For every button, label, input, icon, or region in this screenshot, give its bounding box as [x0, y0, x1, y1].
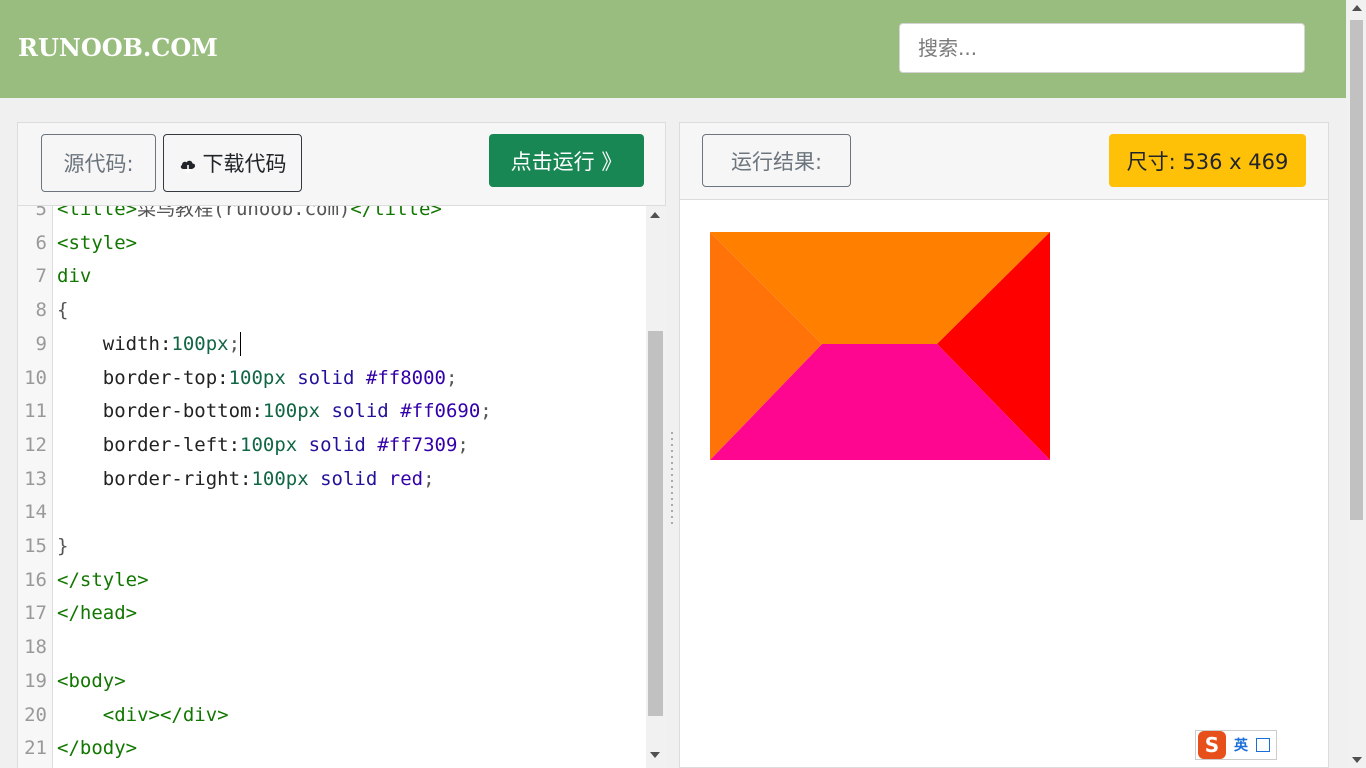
line-number: 11: [24, 400, 47, 423]
size-badge: 尺寸: 536 x 469: [1109, 134, 1306, 187]
code-text: width:100px;: [57, 332, 242, 357]
code-line[interactable]: 6 <style>: [18, 226, 638, 260]
code-line[interactable]: 5 <title>菜鸟教程(runoob.com)</title>: [18, 206, 638, 226]
page-scroll-thumb[interactable]: [1350, 20, 1363, 520]
code-line[interactable]: 19 <body>: [18, 664, 638, 698]
code-text: border-right:100px solid red;: [57, 467, 435, 490]
code-text: border-left:100px solid #ff7309;: [57, 433, 469, 456]
code-line[interactable]: 9 width:100px;: [18, 327, 638, 361]
line-number: 17: [24, 602, 47, 625]
bordered-div-preview: [710, 232, 1050, 460]
panel-resize-handle[interactable]: [670, 430, 676, 524]
site-logo[interactable]: RUNOOB.COM: [18, 33, 218, 62]
code-text: </head>: [57, 602, 138, 625]
cloud-download-icon: [179, 155, 197, 174]
search-input[interactable]: [899, 23, 1305, 73]
code-text: {: [57, 299, 69, 322]
line-number: 8: [35, 299, 47, 322]
source-code-button[interactable]: 源代码:: [41, 134, 156, 192]
line-number: 19: [24, 669, 47, 692]
code-text: <style>: [57, 231, 138, 254]
editor-scrollbar[interactable]: [646, 206, 666, 768]
result-panel-header: 运行结果: 尺寸: 536 x 469: [680, 123, 1328, 200]
code-line[interactable]: 21 </body>: [18, 731, 638, 765]
line-number: 10: [24, 366, 47, 389]
line-number: 21: [24, 737, 47, 760]
code-text: </style>: [57, 568, 149, 591]
code-line[interactable]: 20 <div></div>: [18, 698, 638, 732]
line-number: 6: [35, 231, 47, 254]
code-line[interactable]: 12 border-left:100px solid #ff7309;: [18, 428, 638, 462]
page-scrollbar[interactable]: [1347, 0, 1366, 768]
code-line[interactable]: 8{: [18, 293, 638, 327]
code-line[interactable]: 16 </style>: [18, 563, 638, 597]
sogou-logo-icon: S: [1198, 731, 1226, 759]
result-panel: 运行结果: 尺寸: 536 x 469: [679, 122, 1329, 768]
code-text: }: [57, 535, 69, 557]
code-text: border-bottom:100px solid #ff0690;: [57, 400, 492, 423]
line-number: 7: [35, 265, 47, 288]
source-panel-header: 源代码: 下载代码 点击运行 》: [18, 123, 665, 206]
ime-keyboard-icon[interactable]: [1256, 738, 1270, 752]
code-line[interactable]: 17 </head>: [18, 596, 638, 630]
code-line[interactable]: 13 border-right:100px solid red;: [18, 462, 638, 496]
page-scroll-up-icon[interactable]: [1352, 5, 1362, 11]
code-text: border-top:100px solid #ff8000;: [57, 366, 458, 389]
download-code-button[interactable]: 下载代码: [163, 134, 302, 192]
line-number: 13: [24, 467, 47, 490]
download-code-label: 下载代码: [202, 152, 287, 176]
editor-scroll-thumb[interactable]: [648, 331, 663, 716]
code-text: <body>: [57, 669, 126, 692]
text-cursor: [240, 332, 242, 357]
source-code-panel: 源代码: 下载代码 点击运行 》 5 <title>菜鸟教程(runoob.com…: [17, 122, 666, 768]
code-text: div: [57, 265, 92, 288]
line-number: 9: [35, 332, 47, 355]
run-result-button[interactable]: 运行结果:: [702, 134, 851, 187]
code-line[interactable]: 18: [18, 630, 638, 664]
code-text: <div></div>: [102, 703, 229, 726]
line-number: 12: [24, 433, 47, 456]
code-line[interactable]: 11 border-bottom:100px solid #ff0690;: [18, 394, 638, 428]
line-number: 18: [24, 636, 47, 659]
code-line[interactable]: 7 div: [18, 259, 638, 293]
ime-language-label[interactable]: 英: [1234, 735, 1248, 755]
line-number: 14: [24, 501, 47, 524]
code-text: </body>: [57, 737, 138, 760]
scroll-down-arrow-icon[interactable]: [650, 752, 660, 758]
code-line[interactable]: 14: [18, 495, 638, 529]
code-line[interactable]: 10 border-top:100px solid #ff8000;: [18, 361, 638, 395]
line-number: 5: [35, 206, 47, 220]
top-header: RUNOOB.COM: [0, 0, 1346, 98]
scroll-up-arrow-icon[interactable]: [650, 212, 660, 218]
ime-toolbar[interactable]: S 英: [1195, 730, 1277, 760]
line-number: 15: [24, 535, 47, 557]
line-number: 16: [24, 568, 47, 591]
code-text: <title>菜鸟教程(runoob.com)</title>: [57, 206, 442, 220]
code-line[interactable]: 15}: [18, 529, 638, 563]
result-preview: [680, 200, 1328, 767]
run-code-button[interactable]: 点击运行 》: [489, 134, 644, 187]
line-number: 20: [24, 703, 47, 726]
code-editor[interactable]: 5 <title>菜鸟教程(runoob.com)</title> 6 <style>…: [18, 206, 646, 768]
page-scroll-down-icon[interactable]: [1352, 757, 1362, 763]
